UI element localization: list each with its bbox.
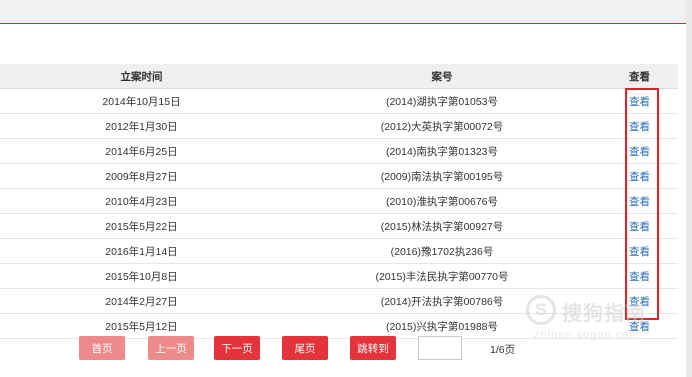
- cell-case-number: (2009)南法执字第00195号: [283, 163, 601, 189]
- first-page-button[interactable]: 首页: [79, 336, 125, 360]
- table-row: 2014年6月25日 (2014)南执字第01323号 查看: [0, 138, 678, 164]
- cell-filing-date: 2010年4月23日: [0, 188, 283, 214]
- table-row: 2009年8月27日 (2009)南法执字第00195号 查看: [0, 163, 678, 189]
- table-row: 2014年2月27日 (2014)开法执字第00786号 查看: [0, 288, 678, 314]
- page-number-input[interactable]: [418, 336, 462, 360]
- table-header-row: 立案时间 案号 查看: [0, 64, 678, 89]
- table-row: 2015年10月8日 (2015)丰法民执字第00770号 查看: [0, 263, 678, 289]
- cell-filing-date: 2014年10月15日: [0, 88, 283, 114]
- cell-filing-date: 2015年5月22日: [0, 213, 283, 239]
- view-column-highlight: [625, 88, 659, 320]
- cell-filing-date: 2014年6月25日: [0, 138, 283, 164]
- table-row: 2010年4月23日 (2010)淮执字第00676号 查看: [0, 188, 678, 214]
- pagination: 首页 上一页 下一页 尾页 跳转到 1/6页: [0, 336, 692, 362]
- top-band: [0, 0, 692, 24]
- header-view: 查看: [601, 64, 678, 89]
- cell-case-number: (2015)兴执字第01988号: [283, 313, 601, 339]
- table-row: 2015年5月12日 (2015)兴执字第01988号 查看: [0, 313, 678, 339]
- cell-case-number: (2015)丰法民执字第00770号: [283, 263, 601, 289]
- cell-filing-date: 2014年2月27日: [0, 288, 283, 314]
- table-row: 2016年1月14日 (2016)豫1702执236号 查看: [0, 238, 678, 264]
- table-row: 2014年10月15日 (2014)湖执字第01053号 查看: [0, 88, 678, 114]
- next-page-button[interactable]: 下一页: [214, 336, 260, 360]
- cell-case-number: (2015)林法执字第00927号: [283, 213, 601, 239]
- page-info: 1/6页: [490, 344, 516, 356]
- last-page-button[interactable]: 尾页: [282, 336, 328, 360]
- prev-page-button[interactable]: 上一页: [148, 336, 194, 360]
- cell-filing-date: 2009年8月27日: [0, 163, 283, 189]
- cell-filing-date: 2012年1月30日: [0, 113, 283, 139]
- header-filing-date: 立案时间: [0, 64, 283, 89]
- table-row: 2015年5月22日 (2015)林法执字第00927号 查看: [0, 213, 678, 239]
- right-edge-strip: [686, 0, 692, 377]
- case-table: 立案时间 案号 查看 2014年10月15日 (2014)湖执字第01053号 …: [0, 64, 678, 339]
- table-row: 2012年1月30日 (2012)大英执字第00072号 查看: [0, 113, 678, 139]
- view-link[interactable]: 查看: [629, 321, 650, 333]
- cell-filing-date: 2016年1月14日: [0, 238, 283, 264]
- cell-case-number: (2012)大英执字第00072号: [283, 113, 601, 139]
- cell-filing-date: 2015年5月12日: [0, 313, 283, 339]
- cell-case-number: (2014)开法执字第00786号: [283, 288, 601, 314]
- jump-to-button[interactable]: 跳转到: [350, 336, 396, 360]
- table-header: 立案时间 案号 查看: [0, 64, 678, 89]
- cell-case-number: (2014)湖执字第01053号: [283, 88, 601, 114]
- cell-case-number: (2016)豫1702执236号: [283, 238, 601, 264]
- header-case-number: 案号: [283, 64, 601, 89]
- cell-filing-date: 2015年10月8日: [0, 263, 283, 289]
- cell-case-number: (2010)淮执字第00676号: [283, 188, 601, 214]
- cell-case-number: (2014)南执字第01323号: [283, 138, 601, 164]
